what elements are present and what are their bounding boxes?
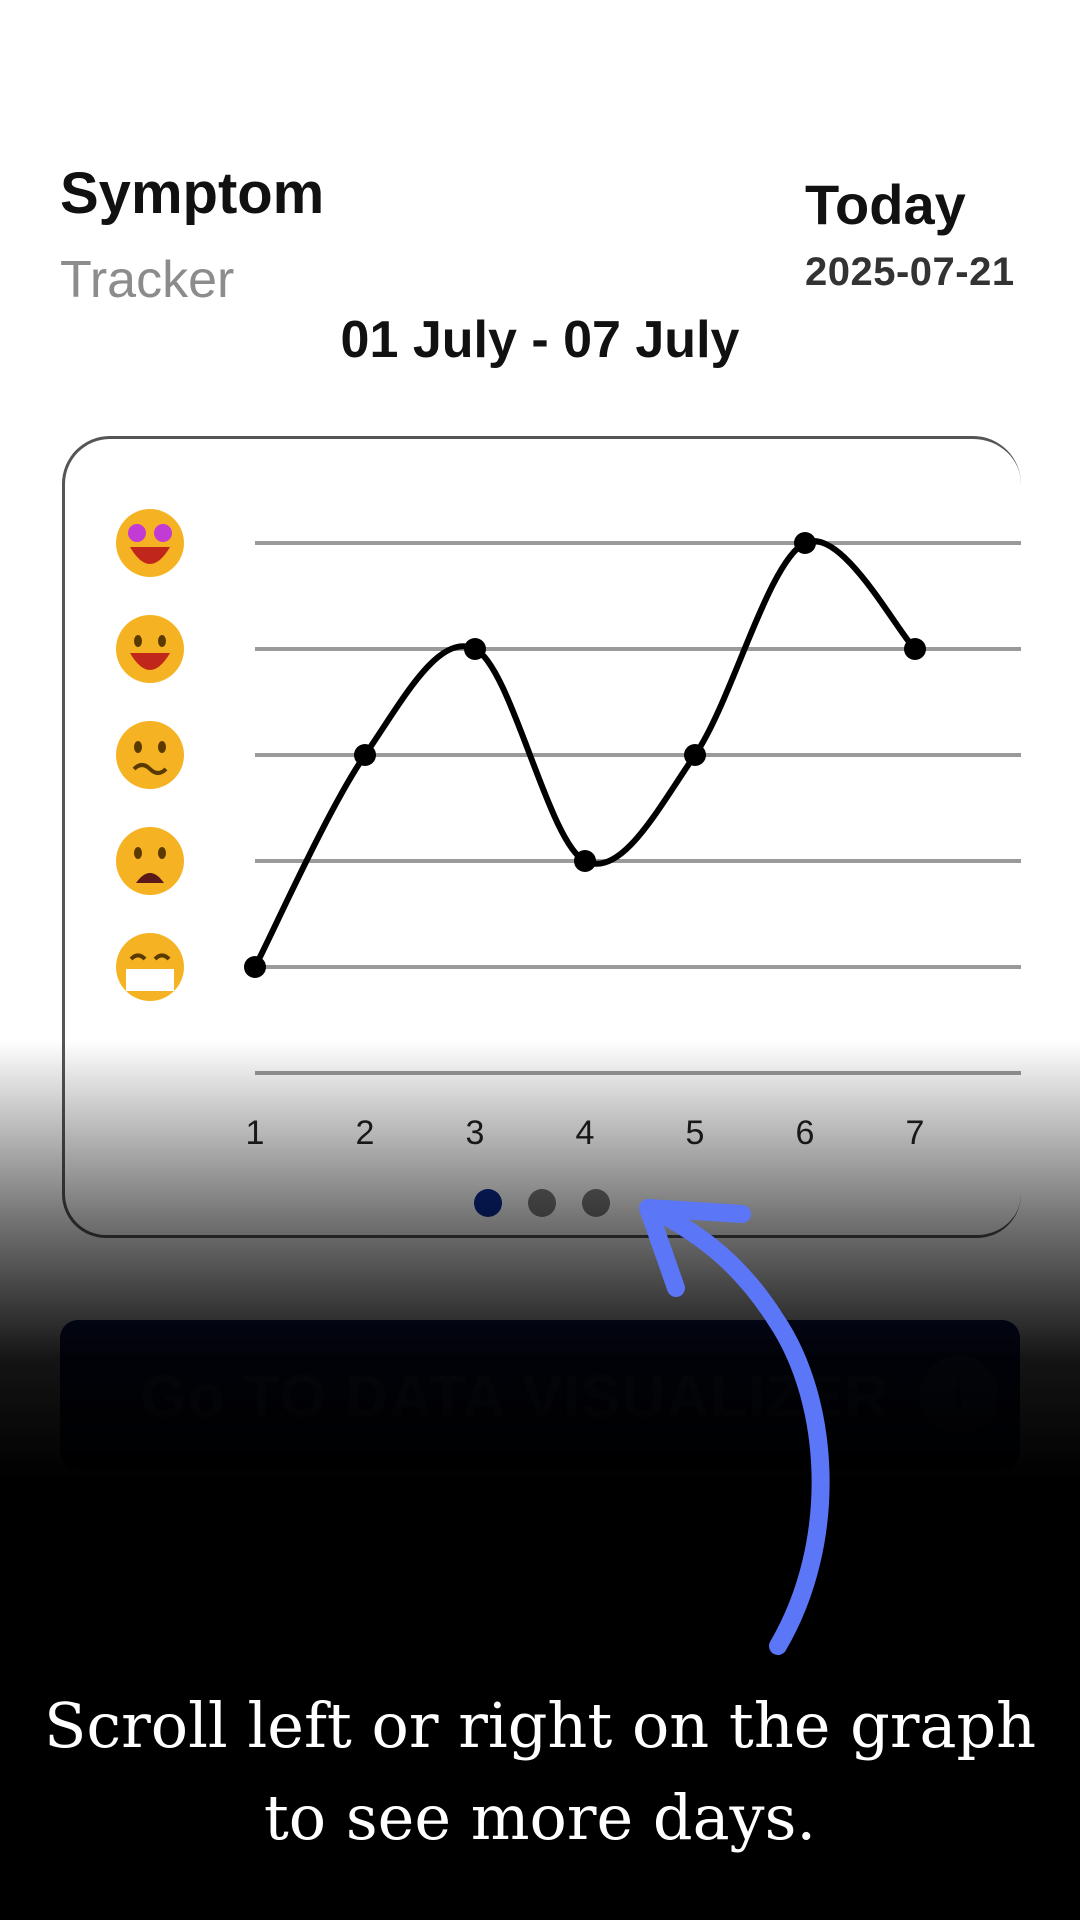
tutorial-arrow bbox=[639, 1199, 830, 1655]
symptom-tracker-screen: Symptom Tracker Today 2025-07-21 01 July… bbox=[0, 0, 1080, 1920]
tutorial-line-1: Scroll left or right on the graph bbox=[43, 1689, 1037, 1762]
tutorial-message: Scroll left or right on the graph to see… bbox=[40, 1680, 1040, 1864]
tutorial-line-2: to see more days. bbox=[263, 1781, 817, 1854]
